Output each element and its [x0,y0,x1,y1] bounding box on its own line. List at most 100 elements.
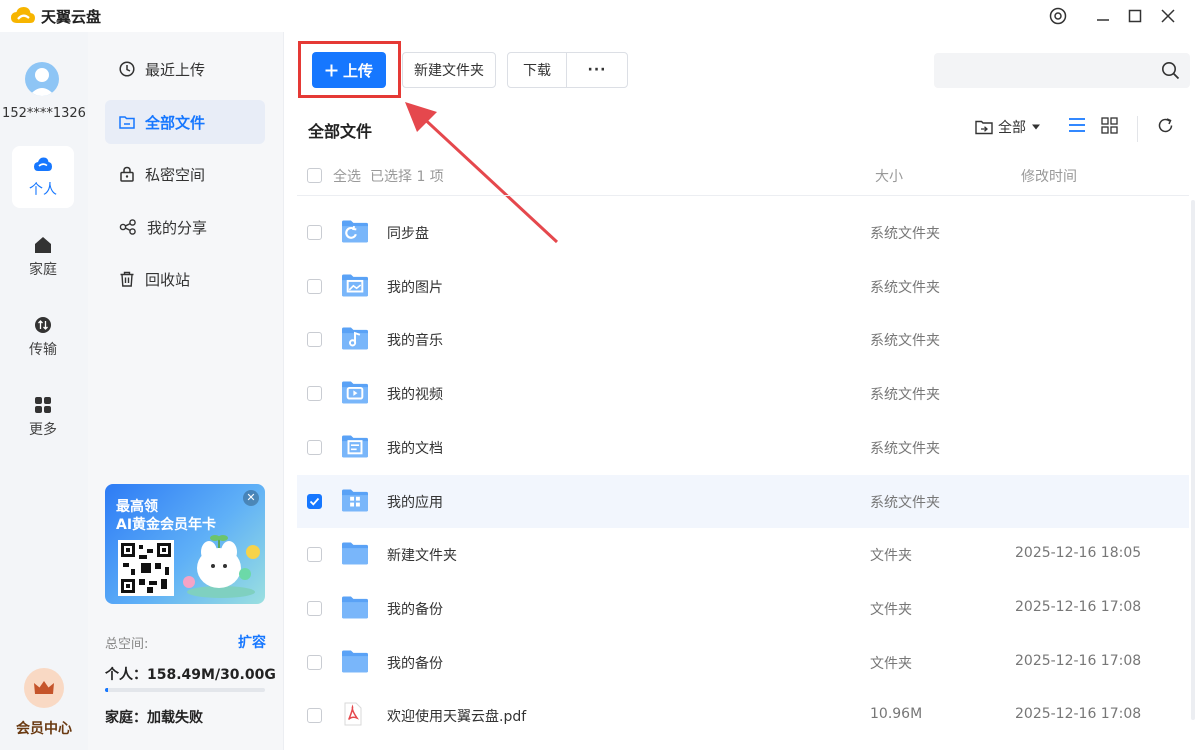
new-folder-label: 新建文件夹 [414,63,484,79]
sidebar-item-all-files[interactable]: 全部文件 [105,100,265,144]
refresh-button[interactable] [1157,117,1174,134]
qr-code [118,540,174,596]
promo-close-button[interactable]: ✕ [243,490,259,506]
nav-label: 家庭 [29,261,57,278]
file-size: 系统文件夹 [870,387,940,404]
sidebar-item-label: 最近上传 [145,60,206,79]
promo-banner[interactable]: 最高领 AI黄金会员年卡 ✕ [105,484,265,604]
file-row[interactable]: 新建文件夹 文件夹 2025-12-16 18:05 [297,528,1189,581]
folder-document-icon [342,435,368,458]
file-row[interactable]: 我的备份 文件夹 2025-12-16 17:08 [297,582,1189,635]
promo-title-line1: 最高领 [116,499,158,515]
nav-transfer[interactable]: 传输 [12,306,74,368]
select-all-checkbox[interactable] [307,168,322,183]
app-logo: 天翼云盘 [10,5,101,27]
file-name[interactable]: 新建文件夹 [387,545,457,565]
grid-view-button[interactable] [1101,117,1118,134]
file-row[interactable]: 同步盘 系统文件夹 [297,206,1189,259]
check-icon [309,497,320,506]
row-checkbox[interactable] [307,600,322,616]
nav-personal[interactable]: 个人 [12,146,74,208]
select-all-label[interactable]: 全选 [333,166,361,186]
column-size[interactable]: 大小 [875,166,903,186]
user-avatar-icon [29,68,55,96]
file-type-icon [340,433,370,463]
download-button[interactable]: 下载 [507,52,567,88]
row-checkbox[interactable] [307,332,322,348]
file-row[interactable]: 我的图片 系统文件夹 [297,260,1189,313]
sidebar-item-share[interactable]: 我的分享 [105,205,265,249]
member-center[interactable]: 会员中心 [0,668,88,738]
close-icon [1161,9,1175,23]
file-name[interactable]: 我的备份 [387,653,443,673]
file-size: 文件夹 [870,655,912,672]
row-checkbox[interactable] [307,654,322,670]
file-size: 10.96M [870,706,923,723]
download-label: 下载 [523,63,551,79]
search-input[interactable] [934,53,1190,88]
file-name[interactable]: 我的备份 [387,599,443,619]
list-view-button[interactable] [1068,117,1086,133]
file-name[interactable]: 我的图片 [387,277,443,297]
file-row[interactable]: 我的音乐 系统文件夹 [297,313,1189,366]
storage-progress-fill [105,688,109,692]
row-checkbox[interactable] [307,708,322,724]
search-icon[interactable] [1161,61,1180,80]
maximize-button[interactable] [1122,4,1148,28]
nav-more[interactable]: 更多 [12,386,74,448]
user-phone: 152****1326 [2,106,86,121]
row-checkbox[interactable] [307,439,322,455]
settings-button[interactable] [1045,4,1071,28]
file-list-header: 全选 已选择 1 项 大小 修改时间 [297,156,1189,196]
folder-apps-icon [342,488,368,511]
file-row[interactable]: 我的文档 系统文件夹 [297,421,1189,474]
crown-icon [34,681,54,694]
selection-count: 已选择 1 项 [370,169,444,185]
file-modified-time: 2025-12-16 17:08 [1015,652,1142,669]
file-name[interactable]: 欢迎使用天翼云盘.pdf [387,706,526,726]
folder-sync-icon [342,220,368,243]
file-row[interactable]: 我的应用 系统文件夹 [297,474,1189,528]
file-name[interactable]: 我的音乐 [387,330,443,350]
type-filter-dropdown[interactable]: 全部 [975,117,1041,137]
trash-icon [120,271,134,287]
file-name[interactable]: 我的应用 [387,492,443,512]
file-size: 文件夹 [870,601,912,618]
file-name[interactable]: 我的文档 [387,438,443,458]
pdf-file-icon [344,702,362,726]
row-checkbox[interactable] [307,225,322,240]
sidebar-item-private[interactable]: 私密空间 [105,152,265,196]
app-title: 天翼云盘 [41,7,102,26]
more-actions-button[interactable]: ··· [566,52,628,88]
file-row[interactable]: 我的视频 系统文件夹 [297,367,1189,420]
grid-icon [35,396,51,413]
file-name[interactable]: 我的视频 [387,384,443,404]
file-row[interactable]: 欢迎使用天翼云盘.pdf 10.96M 2025-12-16 17:08 [297,689,1189,742]
expand-storage-link[interactable]: 扩容 [238,632,266,652]
row-checkbox[interactable] [307,278,322,294]
minimize-button[interactable] [1090,4,1116,28]
nav-family[interactable]: 家庭 [12,226,74,288]
sidebar-item-recent[interactable]: 最近上传 [105,47,265,91]
settings-icon [1049,7,1067,25]
close-button[interactable] [1155,4,1181,28]
qr-code-icon [121,543,171,593]
column-modified[interactable]: 修改时间 [1021,166,1077,186]
family-storage-usage: 家庭：加载失败 [105,710,203,726]
storage-total-label: 总空间: [105,637,149,652]
personal-storage-usage: 个人：158.49M/30.00G [105,667,276,683]
scrollbar[interactable] [1191,200,1195,720]
nav-label: 更多 [29,421,57,438]
file-type-icon [340,594,370,624]
row-checkbox[interactable] [307,386,322,402]
new-folder-button[interactable]: 新建文件夹 [402,52,496,88]
row-checkbox[interactable] [307,493,322,509]
avatar[interactable] [25,62,59,96]
file-row[interactable]: 我的备份 文件夹 2025-12-16 17:08 [297,636,1189,689]
sidebar-item-trash[interactable]: 回收站 [105,257,265,301]
toolbar-divider [1137,116,1138,142]
list-view-icon [1069,118,1085,132]
row-checkbox[interactable] [307,547,322,563]
file-name[interactable]: 同步盘 [387,223,429,243]
file-type-icon [340,487,370,517]
